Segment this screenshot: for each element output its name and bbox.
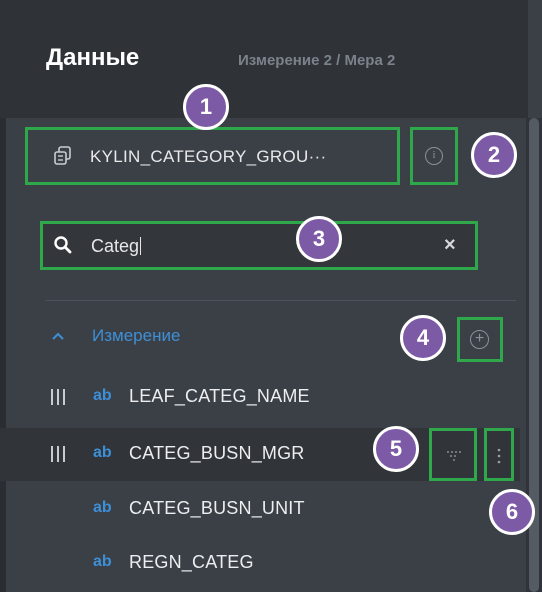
dataset-info-button[interactable]: i bbox=[410, 127, 458, 185]
field-name: REGN_CATEG bbox=[129, 552, 254, 572]
search-box[interactable]: Categ × bbox=[40, 221, 478, 270]
more-vertical-icon bbox=[497, 448, 501, 464]
more-options-button[interactable] bbox=[484, 428, 514, 481]
drag-handle-icon[interactable] bbox=[51, 389, 65, 405]
callout-badge-3: 3 bbox=[296, 216, 342, 262]
panel-subtitle[interactable]: Измерение 2 / Мера 2 bbox=[238, 52, 395, 69]
dimension-group-label: Измерение bbox=[92, 326, 181, 345]
field-row-categ-busn-unit[interactable]: ab CATEG_BUSN_UNIT bbox=[0, 483, 520, 536]
plus-circle-icon: + bbox=[470, 330, 489, 349]
dataset-selector[interactable]: KYLIN_CATEGORY_GROU··· bbox=[25, 127, 400, 185]
field-name: CATEG_BUSN_MGR bbox=[129, 443, 305, 463]
dataset-name: KYLIN_CATEGORY_GROU··· bbox=[90, 147, 327, 166]
panel-header: Данные Измерение 2 / Мера 2 bbox=[0, 0, 528, 118]
chevron-up-icon[interactable] bbox=[52, 332, 64, 340]
text-caret bbox=[140, 237, 142, 255]
dataset-icon bbox=[54, 146, 71, 165]
search-value: Categ bbox=[91, 236, 140, 256]
filter-icon bbox=[447, 451, 461, 461]
field-name: CATEG_BUSN_UNIT bbox=[129, 498, 305, 518]
close-icon[interactable]: × bbox=[444, 234, 456, 257]
callout-badge-2: 2 bbox=[471, 132, 517, 178]
panel-title: Данные bbox=[46, 44, 140, 71]
divider bbox=[46, 300, 516, 301]
search-input[interactable]: Categ bbox=[91, 236, 142, 257]
callout-badge-6: 6 bbox=[489, 489, 535, 535]
callout-badge-1: 1 bbox=[183, 84, 229, 130]
add-dimension-button[interactable]: + bbox=[457, 317, 503, 362]
drag-handle-icon[interactable] bbox=[51, 446, 65, 462]
string-type-badge: ab bbox=[93, 387, 112, 404]
field-row-leaf-categ-name[interactable]: ab LEAF_CATEG_NAME bbox=[0, 371, 520, 424]
callout-badge-5: 5 bbox=[373, 426, 419, 472]
data-panel: Данные Измерение 2 / Мера 2 KYLIN_CATEGO… bbox=[0, 0, 542, 592]
string-type-badge: ab bbox=[93, 553, 112, 570]
field-row-regn-categ[interactable]: ab REGN_CATEG bbox=[0, 537, 520, 590]
string-type-badge: ab bbox=[93, 444, 112, 461]
filter-button[interactable] bbox=[429, 428, 477, 481]
search-icon bbox=[54, 236, 72, 254]
info-icon: i bbox=[425, 147, 443, 165]
string-type-badge: ab bbox=[93, 499, 112, 516]
callout-badge-4: 4 bbox=[400, 315, 446, 361]
field-name: LEAF_CATEG_NAME bbox=[129, 386, 310, 406]
